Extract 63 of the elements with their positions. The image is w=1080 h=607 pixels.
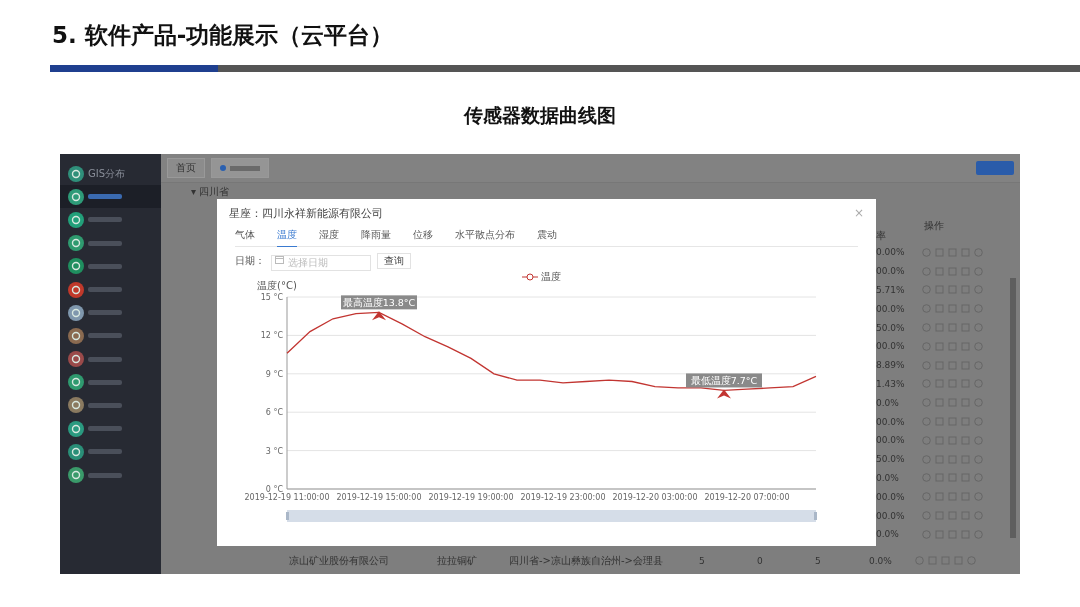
axis-label: 2019-12-19 11:00:00 xyxy=(244,493,330,502)
sensor-tab[interactable]: 位移 xyxy=(413,228,433,246)
page-tab[interactable] xyxy=(211,158,269,178)
sensor-tab[interactable]: 气体 xyxy=(235,228,255,246)
axis-label: 2019-12-19 23:00:00 xyxy=(520,493,606,502)
table-cell-text: 50.0% xyxy=(876,322,906,333)
axis-label: 0 °C xyxy=(265,485,283,494)
annotation-tag: 最高温度13.8°C xyxy=(341,295,417,310)
annotation: 最低温度7.7°C xyxy=(690,374,758,386)
table-cell-text: 00.0% xyxy=(876,416,906,427)
table-cell-text: 0.0% xyxy=(876,529,900,540)
chart-legend: 温度 xyxy=(522,270,561,284)
sensor-tab[interactable]: 震动 xyxy=(537,228,557,246)
axis-label: 6 °C xyxy=(265,408,283,418)
sensor-tab[interactable]: 水平散点分布 xyxy=(455,228,515,246)
zoom-slider[interactable] xyxy=(286,510,817,522)
table-cell-text: 5.71% xyxy=(876,285,906,295)
axis-label: 12 °C xyxy=(260,331,283,341)
axis-label: 2019-12-19 19:00:00 xyxy=(428,493,514,502)
annotation-tag: 最低温度7.7°C xyxy=(686,373,762,388)
region-label: ▾ 四川省 xyxy=(191,185,231,199)
scrollbar[interactable] xyxy=(1010,278,1016,538)
column-header: 操作 xyxy=(924,219,944,233)
table-cell-text: 凉山矿业股份有限公司 xyxy=(289,553,390,568)
axis-label: 2019-12-20 03:00:00 xyxy=(612,493,698,502)
axis-label: 2019-12-20 07:00:00 xyxy=(704,493,790,502)
axis-label: 9 °C xyxy=(265,369,283,379)
table-cell-text: 1.43% xyxy=(876,378,906,389)
dialog-title: 星座：四川永祥新能源有限公司 xyxy=(229,205,383,221)
page-tab[interactable]: 首页 xyxy=(167,158,205,178)
table-cell-text: 00.0% xyxy=(876,510,906,521)
axis-label: 3 °C xyxy=(265,446,283,456)
date-label: 日期： xyxy=(235,254,265,268)
table-cell-text: 0.0% xyxy=(876,472,900,483)
axis-title: 温度(°C) xyxy=(257,280,297,291)
axis-label: 15 °C xyxy=(260,293,283,302)
action-button[interactable] xyxy=(976,161,1014,175)
table-cell-text: 00.0% xyxy=(876,491,906,502)
table-cell-text: 0.00% xyxy=(876,247,906,258)
sensor-tab[interactable]: 湿度 xyxy=(319,228,339,246)
table-cell-text: 00.0% xyxy=(876,341,906,352)
axis-label: 2019-12-19 15:00:00 xyxy=(336,493,422,502)
table-cell-text: 00.0% xyxy=(876,266,906,277)
calendar-icon xyxy=(275,255,284,265)
sidebar-item[interactable]: GIS分布 xyxy=(60,162,161,186)
slide-title: 5. 软件产品-功能展示（云平台） xyxy=(51,21,395,50)
query-button[interactable]: 查询 xyxy=(377,253,411,269)
table-cell-text: 50.0% xyxy=(876,454,906,465)
table-cell-text: 00.0% xyxy=(876,435,906,446)
sensor-tab[interactable]: 降雨量 xyxy=(361,228,391,246)
table-cell-text: 0.0% xyxy=(869,555,893,566)
table-cell-text: 5 xyxy=(699,555,706,566)
table-cell-text: 0.0% xyxy=(876,397,900,408)
column-header: 率 xyxy=(876,229,886,243)
table-cell-text: 拉拉铜矿 xyxy=(437,553,478,568)
table-cell-text: 00.0% xyxy=(876,303,906,314)
sensor-tab[interactable]: 温度 xyxy=(277,228,297,247)
legend-line-icon xyxy=(522,273,538,281)
table-cell-text: 四川省->凉山彝族自治州->会理县 xyxy=(509,553,664,568)
table-cell-text: 0 xyxy=(757,555,764,566)
table-cell-text: 8.89% xyxy=(876,360,906,371)
sidebar-item[interactable] xyxy=(60,185,161,209)
slide-subtitle: 传感器数据曲线图 xyxy=(462,103,617,128)
